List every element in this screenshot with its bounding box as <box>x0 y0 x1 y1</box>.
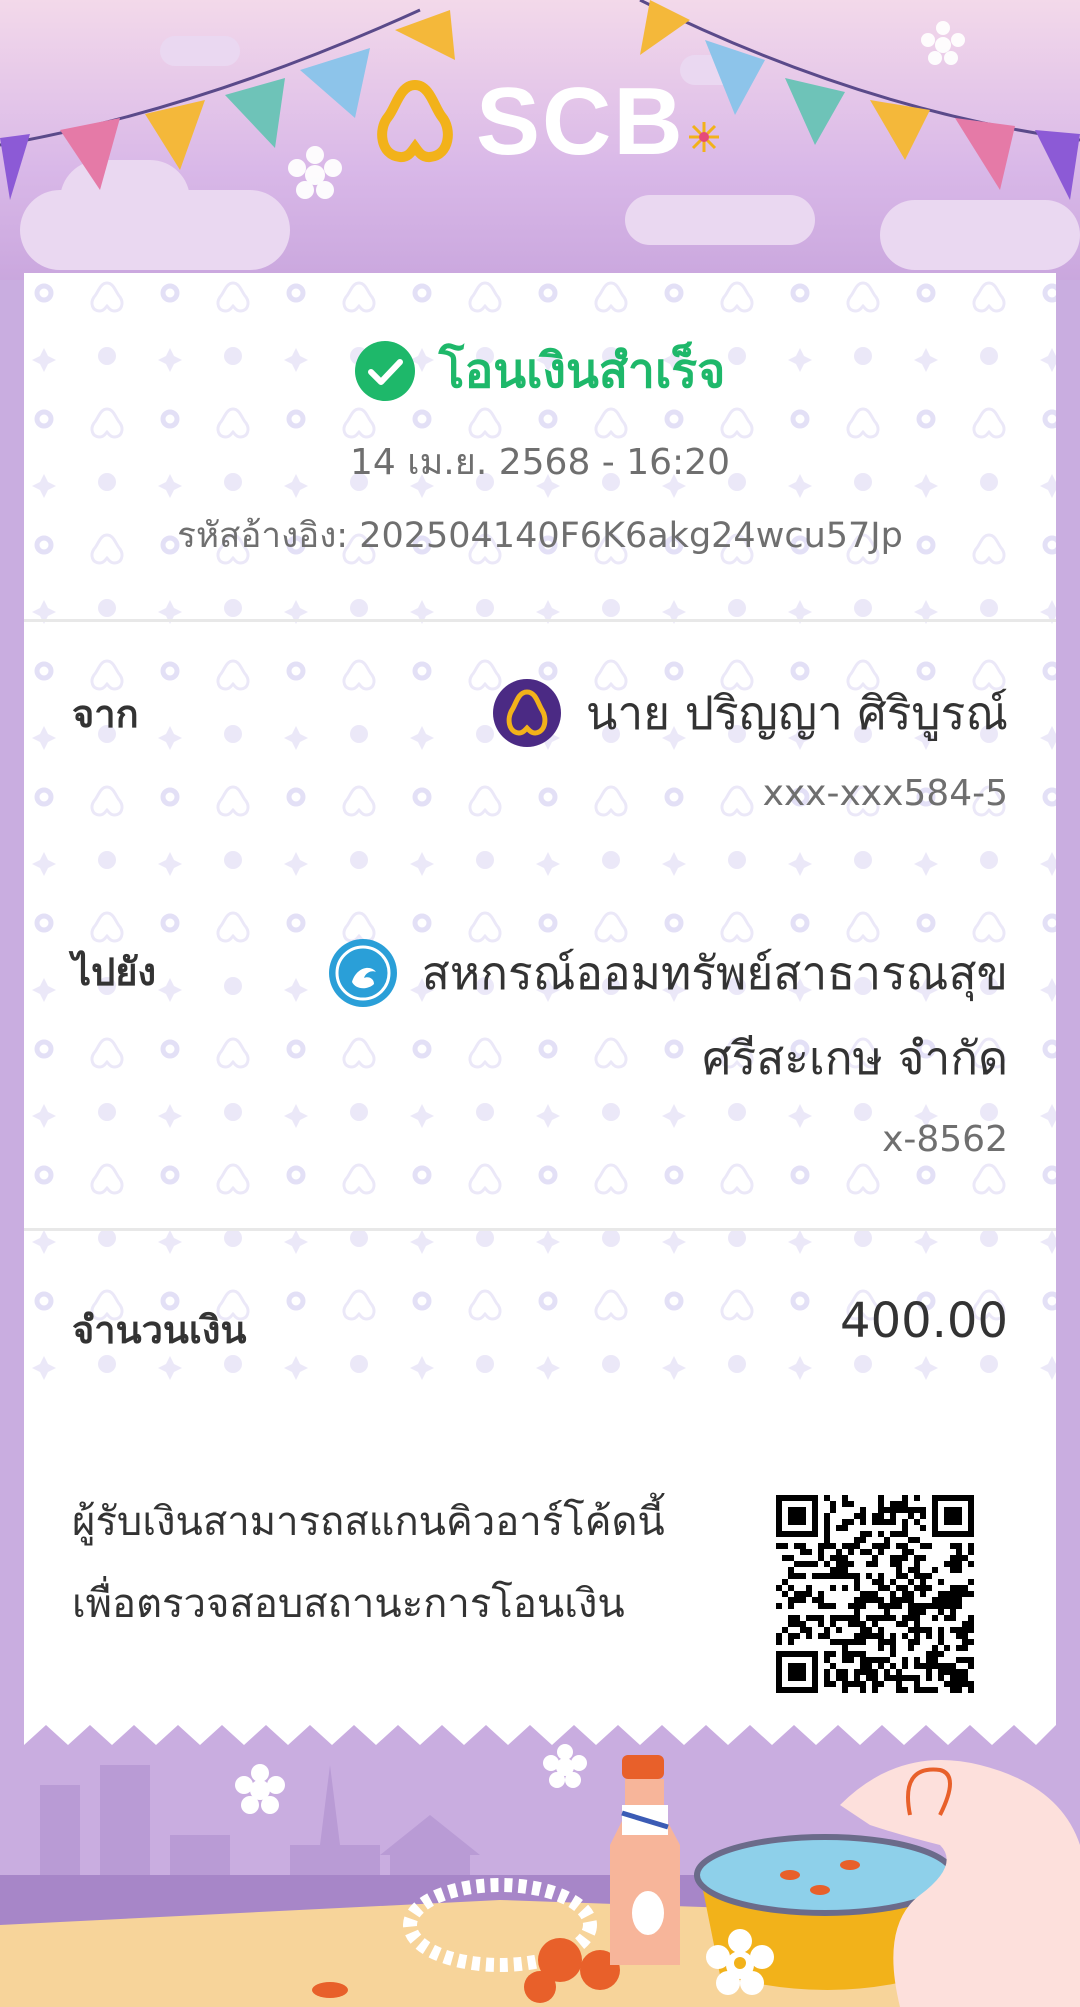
scb-logo-icon <box>377 79 453 163</box>
scb-logo: SCB <box>370 68 721 175</box>
amount-label: จำนวนเงิน <box>72 1308 247 1352</box>
sparkle-icon <box>688 122 719 152</box>
from-account-holder: นาย ปริญญา ศิริบูรณ์ <box>492 670 1008 756</box>
status-title: โอนเงินสำเร็จ <box>438 343 726 399</box>
from-label: จาก <box>72 692 139 736</box>
scb-bank-icon <box>492 679 561 747</box>
divider <box>24 619 1056 622</box>
to-account-number: x-8562 <box>882 1119 1008 1160</box>
brand-name: SCB <box>476 68 685 175</box>
qr-instructions: ผู้รับเงินสามารถสแกนคิวอาร์โค้ดนี้ เพื่อ… <box>72 1481 712 1645</box>
qr-instructions-line1: ผู้รับเงินสามารถสแกนคิวอาร์โค้ดนี้ <box>72 1499 665 1545</box>
qr-code-icon[interactable] <box>776 1495 974 1693</box>
divider <box>24 1228 1056 1231</box>
reference-number[interactable]: รหัสอ้างอิง: 202504140F6K6akg24wcu57Jp <box>24 508 1056 563</box>
check-circle-icon <box>354 341 415 401</box>
transfer-status: โอนเงินสำเร็จ <box>24 333 1056 409</box>
to-account-holder: สหกรณ์ออมทรัพย์สาธารณสุข <box>328 930 1008 1016</box>
receipt-header: SCB <box>0 0 1080 280</box>
to-label: ไปยัง <box>72 950 157 994</box>
amount-value: 400.00 <box>840 1293 1008 1349</box>
to-name-line2: ศรีสะเกษ จำกัด <box>702 1031 1008 1085</box>
songkran-illustration <box>0 1725 1080 2007</box>
qr-instructions-line2: เพื่อตรวจสอบสถานะการโอนเงิน <box>72 1581 625 1627</box>
transaction-datetime: 14 เม.ย. 2568 - 16:20 <box>350 442 730 483</box>
to-name-line1: สหกรณ์ออมทรัพย์สาธารณสุข <box>421 946 1008 1000</box>
from-name: นาย ปริญญา ศิริบูรณ์ <box>585 686 1008 740</box>
kbank-bank-icon <box>328 939 397 1007</box>
from-account-number: xxx-xxx584-5 <box>762 773 1008 814</box>
receipt-card: โอนเงินสำเร็จ 14 เม.ย. 2568 - 16:20 รหัส… <box>24 273 1056 1733</box>
